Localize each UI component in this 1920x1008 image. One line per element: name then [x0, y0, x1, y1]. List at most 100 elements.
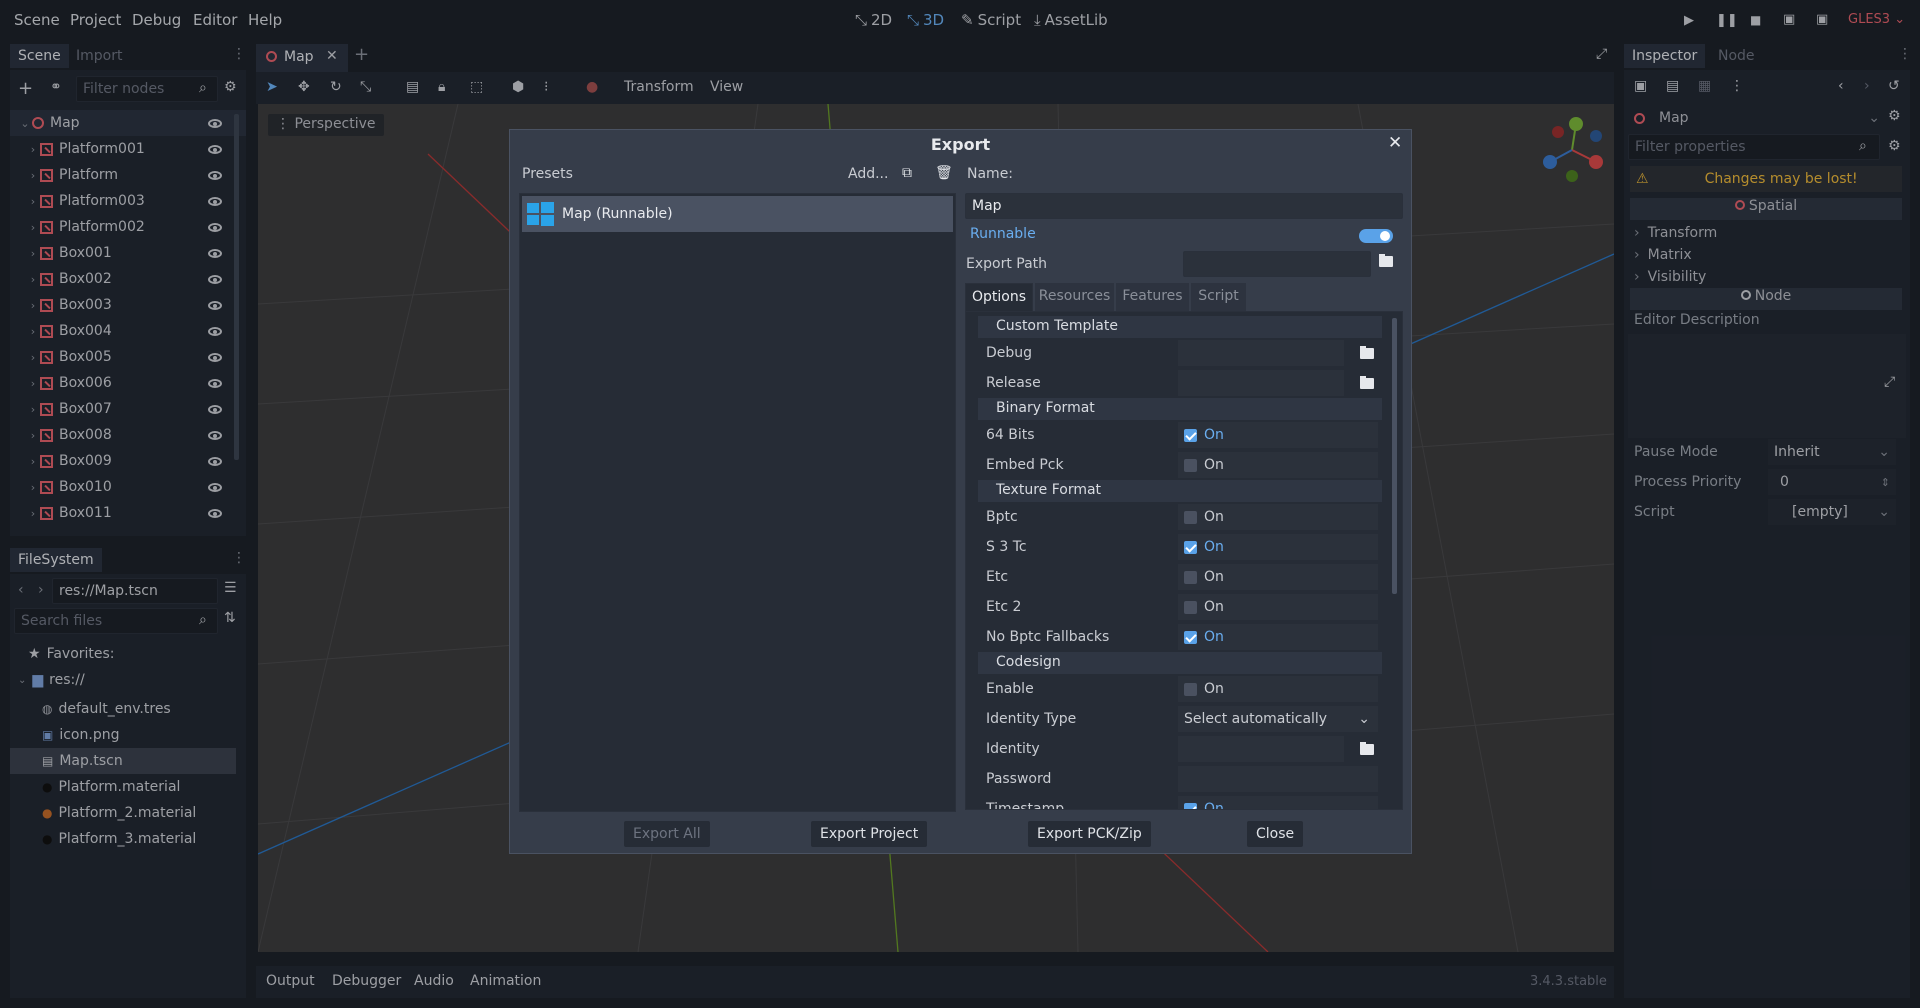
checkbox-label: On [1204, 569, 1224, 585]
option-label: Timestamp [986, 801, 1065, 810]
option-checkbox[interactable]: On [1178, 452, 1378, 478]
password-input[interactable] [1178, 766, 1378, 792]
section-texture-format: Texture Format [978, 480, 1382, 502]
option-label: No Bptc Fallbacks [986, 629, 1110, 645]
identity-label: Identity [986, 741, 1040, 757]
identity-type-select[interactable]: Select automatically ⌄ [1178, 706, 1378, 732]
export-project-button[interactable]: Export Project [811, 821, 928, 847]
windows-icon [527, 202, 554, 226]
close-button[interactable]: Close [1247, 821, 1304, 847]
export-path-label: Export Path [966, 256, 1048, 272]
delete-icon[interactable]: 🗑︎ [935, 165, 953, 181]
folder-icon [1360, 346, 1374, 359]
option-row: No Bptc Fallbacks On [970, 622, 1382, 652]
options-panel: Custom Template Debug Release Binary For… [965, 311, 1403, 810]
section-binary-format: Binary Format [978, 398, 1382, 420]
checkbox-label: On [1204, 599, 1224, 615]
option-label: Etc [986, 569, 1009, 585]
option-label: 64 Bits [986, 427, 1035, 443]
duplicate-icon[interactable]: ⧉ [902, 165, 912, 181]
debug-template-input[interactable] [1178, 340, 1344, 366]
option-row: Embed Pck On [970, 450, 1382, 480]
checkbox-label: On [1204, 509, 1224, 525]
option-checkbox[interactable]: On [1178, 594, 1378, 620]
preset-item[interactable]: Map (Runnable) [522, 196, 953, 232]
presets-list: Map (Runnable) [519, 193, 956, 812]
options-content: Custom Template Debug Release Binary For… [970, 316, 1388, 809]
add-preset-button[interactable]: Add... [848, 166, 888, 182]
debug-label: Debug [986, 345, 1033, 361]
export-path-input[interactable] [1183, 251, 1371, 277]
dialog-title: Export [930, 135, 991, 154]
option-label: Bptc [986, 509, 1018, 525]
identity-type-row: Identity Type Select automatically ⌄ [970, 704, 1382, 734]
export-all-button[interactable]: Export All [624, 821, 710, 847]
export-dialog: Export ✕ Presets Add... ⧉ 🗑︎ Map (Runnab… [509, 129, 1412, 854]
password-row: Password [970, 764, 1382, 794]
option-row: S 3 Tc On [970, 532, 1382, 562]
identity-row: Identity [970, 734, 1382, 764]
export-pck-button[interactable]: Export PCK/Zip [1028, 821, 1151, 847]
checkbox-label: On [1204, 801, 1224, 810]
checkbox-label: On [1204, 457, 1224, 473]
folder-icon [1360, 376, 1374, 389]
checkbox-label: On [1204, 629, 1224, 645]
option-label: Embed Pck [986, 457, 1064, 473]
release-template-input[interactable] [1178, 370, 1344, 396]
checkbox-label: On [1204, 681, 1224, 697]
release-template-row: Release [970, 368, 1382, 398]
option-checkbox[interactable]: On [1178, 796, 1378, 810]
option-checkbox[interactable]: On [1178, 676, 1378, 702]
checkbox-icon [1184, 600, 1197, 614]
browse-identity-button[interactable] [1360, 742, 1374, 755]
option-label: Etc 2 [986, 599, 1022, 615]
presets-label: Presets [522, 166, 573, 182]
toggle-knob [1380, 231, 1390, 241]
release-label: Release [986, 375, 1041, 391]
option-row: Etc 2 On [970, 592, 1382, 622]
checkbox-icon [1184, 510, 1197, 524]
option-checkbox[interactable]: On [1178, 504, 1378, 530]
checkbox-icon [1184, 540, 1197, 554]
options-tab-features[interactable]: Features [1116, 283, 1189, 311]
name-label: Name: [967, 166, 1014, 182]
options-tab-script[interactable]: Script [1191, 283, 1246, 311]
runnable-toggle[interactable] [1359, 229, 1393, 243]
checkbox-icon [1184, 802, 1197, 809]
option-label: S 3 Tc [986, 539, 1027, 555]
option-row: Timestamp On [970, 794, 1382, 810]
browse-path-button[interactable] [1379, 254, 1393, 267]
checkbox-icon [1184, 428, 1197, 442]
option-label: Enable [986, 681, 1034, 697]
option-checkbox[interactable]: On [1178, 422, 1378, 448]
section-codesign: Codesign [978, 652, 1382, 674]
close-icon[interactable]: ✕ [1388, 133, 1402, 153]
option-row: Bptc On [970, 502, 1382, 532]
preset-name-input[interactable]: Map [965, 193, 1403, 219]
folder-icon [1360, 742, 1374, 755]
options-tab-resources[interactable]: Resources [1035, 283, 1114, 311]
option-checkbox[interactable]: On [1178, 624, 1378, 650]
debug-template-row: Debug [970, 338, 1382, 368]
chevron-down-icon: ⌄ [1358, 711, 1370, 727]
checkbox-icon [1184, 630, 1197, 644]
checkbox-icon [1184, 458, 1197, 472]
checkbox-label: On [1204, 427, 1224, 443]
identity-type-value: Select automatically [1184, 711, 1328, 727]
option-row: 64 Bits On [970, 420, 1382, 450]
preset-name: Map (Runnable) [562, 206, 673, 222]
options-scrollbar[interactable] [1392, 318, 1397, 594]
browse-debug-button[interactable] [1360, 346, 1374, 359]
option-row: Enable On [970, 674, 1382, 704]
identity-type-label: Identity Type [986, 711, 1077, 727]
option-checkbox[interactable]: On [1178, 564, 1378, 590]
browse-release-button[interactable] [1360, 376, 1374, 389]
checkbox-label: On [1204, 539, 1224, 555]
option-checkbox[interactable]: On [1178, 534, 1378, 560]
section-custom-template: Custom Template [978, 316, 1382, 338]
options-tab-options[interactable]: Options [965, 283, 1033, 311]
identity-input[interactable] [1178, 736, 1344, 762]
runnable-label: Runnable [970, 226, 1036, 242]
preset-name-value: Map [972, 198, 1002, 214]
checkbox-icon [1184, 682, 1197, 696]
